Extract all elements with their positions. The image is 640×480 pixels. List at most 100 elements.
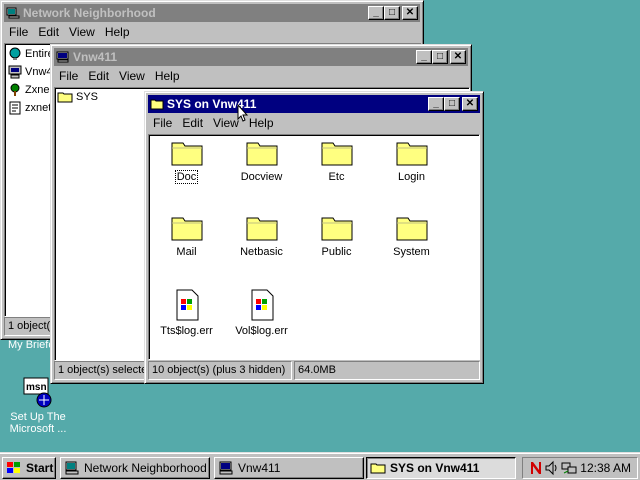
menu-help[interactable]: Help: [150, 69, 185, 83]
menu-edit[interactable]: Edit: [33, 25, 64, 39]
menu-bar: File Edit View Help: [4, 23, 420, 41]
file-label: Login: [398, 171, 425, 183]
document-icon: [251, 289, 273, 321]
task-vnw411[interactable]: Vnw411: [214, 457, 364, 479]
menu-bar: File Edit View Help: [148, 114, 480, 132]
status-objects: 10 object(s) (plus 3 hidden): [148, 361, 292, 380]
maximize-button[interactable]: □: [384, 6, 400, 20]
globe-icon: [9, 47, 21, 60]
close-icon: ✕: [405, 7, 415, 18]
folder-icon: [171, 142, 202, 166]
close-icon: ✕: [465, 98, 475, 109]
minimize-icon: _: [373, 7, 379, 18]
window-title: Vnw411: [73, 50, 118, 64]
close-button[interactable]: ✕: [402, 6, 418, 20]
minimize-icon: _: [421, 51, 427, 62]
file-item[interactable]: Docview: [224, 139, 299, 183]
status-size: 64.0MB: [294, 361, 480, 380]
folder-icon: [57, 92, 73, 103]
file-item[interactable]: Public: [299, 214, 374, 258]
close-button[interactable]: ✕: [462, 97, 478, 111]
file-label: Etc: [328, 171, 345, 183]
file-label: System: [393, 246, 430, 258]
task-network-neighborhood[interactable]: Network Neighborhood: [60, 457, 210, 479]
mouse-cursor-icon: [237, 104, 249, 122]
folder-icon: [150, 99, 164, 110]
document-icon: [9, 101, 21, 115]
folder-icon: [321, 217, 352, 241]
maximize-button[interactable]: □: [432, 50, 448, 64]
title-bar[interactable]: Network Neighborhood _ □ ✕: [4, 4, 420, 22]
folder-icon: [396, 217, 427, 241]
status-bar: 10 object(s) (plus 3 hidden) 64.0MB: [148, 361, 480, 380]
windows-logo-icon: [7, 462, 20, 473]
svg-text:msn: msn: [26, 382, 47, 393]
maximize-icon: □: [448, 98, 456, 109]
file-item[interactable]: Tts$log.err: [149, 289, 224, 337]
menu-file[interactable]: File: [148, 116, 177, 130]
menu-help[interactable]: Help: [100, 25, 135, 39]
minimize-button[interactable]: _: [416, 50, 432, 64]
folder-icon: [396, 142, 427, 166]
menu-file[interactable]: File: [54, 69, 83, 83]
menu-file[interactable]: File: [4, 25, 33, 39]
folder-icon: [171, 217, 202, 241]
file-item[interactable]: Netbasic: [224, 214, 299, 258]
file-item[interactable]: Doc: [149, 139, 224, 184]
maximize-icon: □: [388, 7, 396, 18]
file-label: Docview: [240, 171, 283, 183]
folder-icon: [246, 217, 277, 241]
window-title: SYS on Vnw411: [167, 97, 257, 111]
clock[interactable]: 12:38 AM: [580, 461, 631, 475]
volume-icon[interactable]: [545, 460, 559, 476]
window-title: Network Neighborhood: [23, 6, 156, 20]
start-label: Start: [26, 461, 54, 475]
sys-content-pane: Doc Docview Etc Login Mail Netbasic Public Syst…: [148, 134, 480, 360]
tree-item-vnw[interactable]: Vnw4: [8, 65, 53, 79]
file-item[interactable]: Mail: [149, 214, 224, 258]
desktop-icon-msn-setup[interactable]: msn Set Up The Microsoft ...: [4, 376, 72, 435]
window-sys-on-vnw411[interactable]: SYS on Vnw411 _ □ ✕ File Edit View Help …: [144, 91, 484, 384]
file-label: Netbasic: [240, 246, 283, 258]
task-sys-on-vnw411[interactable]: SYS on Vnw411: [366, 457, 516, 479]
server-icon: [56, 51, 69, 63]
network-tree-icon: [10, 83, 20, 96]
menu-view[interactable]: View: [64, 25, 100, 39]
menu-view[interactable]: View: [114, 69, 150, 83]
tree-item-entire-network[interactable]: Entire: [8, 47, 54, 61]
document-icon: [176, 289, 198, 321]
title-bar[interactable]: Vnw411 _ □ ✕: [54, 48, 468, 66]
close-icon: ✕: [453, 51, 463, 62]
folder-icon: [370, 463, 386, 474]
start-button[interactable]: Start: [2, 457, 56, 479]
msn-setup-label: Set Up The Microsoft ...: [9, 411, 67, 435]
file-item[interactable]: Login: [374, 139, 449, 183]
network-status-icon[interactable]: [561, 460, 577, 476]
system-tray: 12:38 AM: [522, 457, 638, 479]
menu-edit[interactable]: Edit: [177, 116, 208, 130]
menu-edit[interactable]: Edit: [83, 69, 114, 83]
server-icon: [8, 65, 22, 79]
close-button[interactable]: ✕: [450, 50, 466, 64]
tree-item-zxne[interactable]: Zxne: [8, 83, 49, 97]
netware-n-icon[interactable]: [529, 460, 543, 476]
file-label: Doc: [174, 170, 199, 184]
menu-help[interactable]: Help: [244, 116, 279, 130]
file-item[interactable]: System: [374, 214, 449, 258]
maximize-icon: □: [436, 51, 444, 62]
file-item[interactable]: Vol$log.err: [224, 289, 299, 337]
file-item[interactable]: Etc: [299, 139, 374, 183]
tree-item-zxnet[interactable]: zxnet: [8, 101, 51, 115]
file-label: Public: [321, 246, 352, 258]
list-item-sys[interactable]: SYS: [57, 91, 98, 103]
maximize-button[interactable]: □: [444, 97, 460, 111]
title-bar[interactable]: SYS on Vnw411 _ □ ✕: [148, 95, 480, 113]
file-label: Vol$log.err: [235, 325, 288, 337]
network-computer-icon: [65, 461, 79, 475]
menu-bar: File Edit View Help: [54, 67, 468, 85]
server-icon: [219, 461, 233, 475]
minimize-button[interactable]: _: [428, 97, 444, 111]
file-label: Tts$log.err: [160, 325, 213, 337]
network-computer-icon: [6, 7, 20, 19]
minimize-button[interactable]: _: [368, 6, 384, 20]
